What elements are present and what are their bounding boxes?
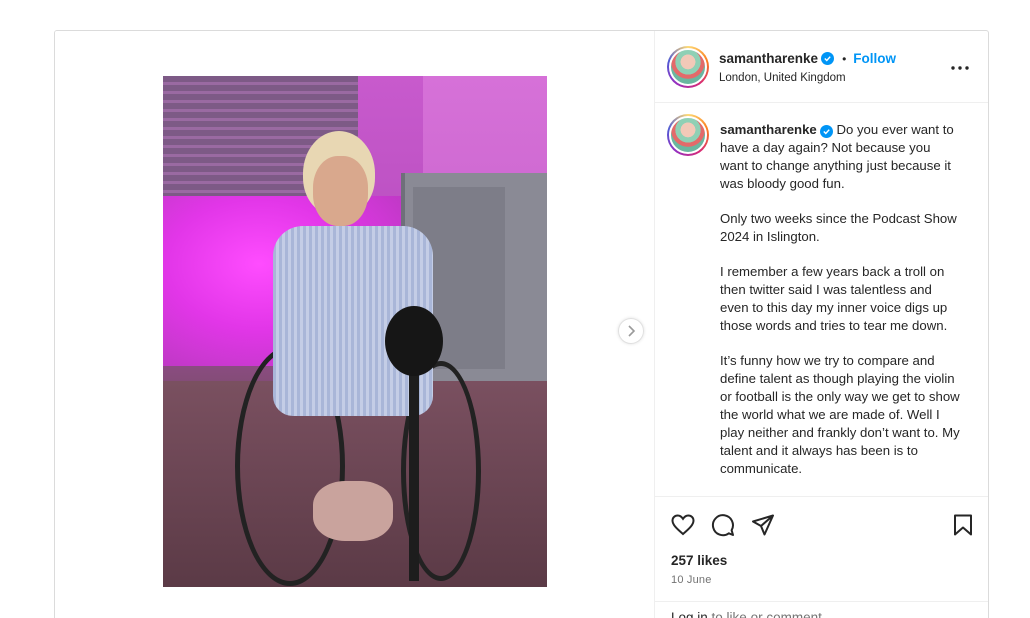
- caption-paragraph: samantharenke Do you ever want to have a…: [720, 121, 960, 193]
- heart-icon: [671, 514, 695, 536]
- post-date[interactable]: 10 June: [671, 574, 712, 586]
- save-button[interactable]: [949, 511, 977, 539]
- share-button[interactable]: [749, 511, 777, 539]
- caption-text: samantharenke Do you ever want to have a…: [720, 121, 960, 495]
- caption-username[interactable]: samantharenke: [720, 122, 817, 137]
- post-header: samantharenke • Follow London, United Ki…: [655, 31, 988, 103]
- verified-badge-icon: [821, 52, 835, 65]
- caption-paragraph: I remember a few years back a troll on t…: [720, 264, 948, 333]
- login-prompt-text: to like or comment.: [707, 610, 826, 618]
- caption-paragraph: Only two weeks since the Podcast Show 20…: [720, 211, 957, 244]
- like-button[interactable]: [669, 511, 697, 539]
- more-options-button[interactable]: [948, 56, 972, 80]
- more-options-icon: [951, 66, 969, 70]
- post-card: samantharenke • Follow London, United Ki…: [54, 30, 989, 618]
- avatar[interactable]: [667, 46, 709, 88]
- chevron-right-icon: [628, 325, 636, 337]
- verified-badge-icon: [819, 125, 833, 138]
- caption-paragraph: It’s funny how we try to compare and def…: [720, 353, 960, 476]
- post-side-pane: samantharenke • Follow London, United Ki…: [654, 31, 988, 618]
- media-pane: [55, 31, 655, 618]
- share-icon: [752, 514, 774, 536]
- photo-mic-stand: [409, 371, 419, 581]
- follow-button[interactable]: Follow: [853, 51, 896, 66]
- header-username[interactable]: samantharenke: [719, 51, 818, 66]
- header-user-line: samantharenke • Follow: [719, 51, 896, 66]
- post-photo[interactable]: [163, 76, 547, 587]
- photo-person-shoes: [313, 481, 393, 541]
- post-location[interactable]: London, United Kingdom: [719, 72, 846, 84]
- likes-count[interactable]: 257 likes: [671, 553, 727, 568]
- bookmark-icon: [954, 514, 972, 536]
- avatar[interactable]: [667, 114, 709, 156]
- comment-button[interactable]: [709, 511, 737, 539]
- photo-microphone: [385, 306, 443, 376]
- comment-icon: [711, 514, 734, 537]
- login-link[interactable]: Log in: [671, 610, 708, 618]
- caption-area: samantharenke Do you ever want to have a…: [655, 104, 988, 496]
- photo-person-face: [313, 156, 368, 226]
- next-image-button[interactable]: [618, 318, 644, 344]
- action-bar: 257 likes 10 June Log in to like or comm…: [655, 496, 988, 618]
- separator-dot: •: [842, 51, 847, 66]
- login-prompt: Log in to like or comment.: [655, 601, 988, 618]
